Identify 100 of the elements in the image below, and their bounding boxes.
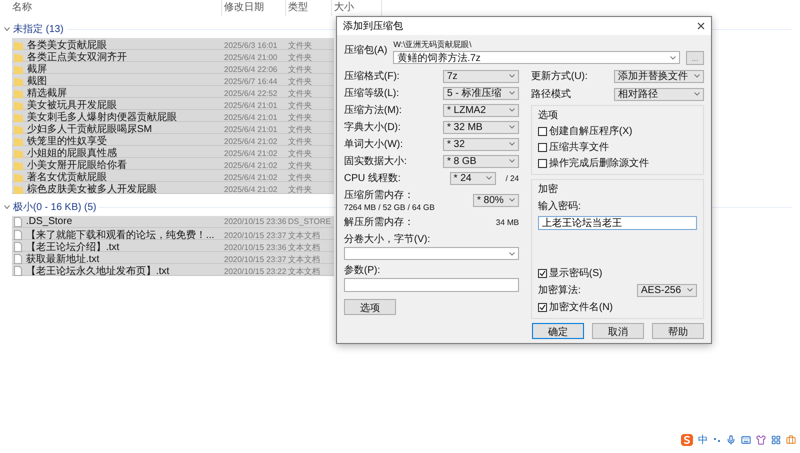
file-row[interactable]: 小姐姐的屁眼真性感 2025/6/4 21:02 文件夹 — [12, 146, 334, 158]
parameters-field[interactable] — [344, 278, 519, 292]
field-label: 路径模式 — [531, 88, 571, 101]
file-row[interactable]: 各类正点美女双洞齐开 2025/6/4 21:00 文件夹 — [12, 50, 334, 62]
field-label: 更新方式(U): — [531, 70, 588, 83]
keyboard-icon[interactable] — [741, 435, 751, 445]
checkbox[interactable]: 加密文件名(N) — [538, 300, 697, 314]
file-type: 文件夹 — [288, 160, 313, 170]
dropdown[interactable]: 添加并替换文件 — [614, 70, 704, 82]
file-name: 少妇多人干贡献屁眼喝尿SM — [27, 122, 152, 136]
file-row[interactable]: .DS_Store 2020/10/15 23:36 DS_STORE — [12, 216, 334, 228]
close-icon[interactable] — [697, 22, 705, 30]
dialog-button[interactable]: 帮助 — [652, 323, 704, 339]
file-row[interactable]: 棕色皮肤美女被多人开发屁眼 2025/6/4 21:02 文件夹 — [12, 182, 334, 194]
checkbox[interactable]: 压缩共享文件 — [538, 140, 697, 154]
chevron-icon — [509, 125, 515, 129]
dropdown[interactable]: * 80% — [473, 194, 519, 206]
dropdown[interactable]: 相对路径 — [614, 88, 704, 100]
file-type: 文件夹 — [288, 88, 313, 98]
field-label: 单词大小(W): — [344, 138, 403, 151]
dropdown[interactable]: * 32 — [443, 138, 519, 150]
file-type: 文件夹 — [288, 52, 313, 62]
password-field[interactable]: 上老王论坛当老王 — [538, 216, 697, 230]
input-mode[interactable]: 中 — [698, 433, 708, 447]
dropdown[interactable]: * LZMA2 — [443, 104, 519, 116]
modified-date: 2025/6/4 21:01 — [224, 124, 278, 134]
modified-date: 2025/6/4 21:02 — [224, 160, 278, 170]
field-label: 解压所需内存： — [344, 216, 414, 229]
modified-date: 2020/10/15 23:36 — [224, 242, 288, 252]
grid-icon[interactable] — [771, 435, 781, 445]
chevron-down-icon[interactable] — [4, 204, 10, 210]
group-title: 加密 — [538, 182, 559, 196]
group-title: 选项 — [538, 108, 559, 122]
file-row[interactable]: 铁笼里的性奴享受 2025/6/4 21:02 文件夹 — [12, 134, 334, 146]
chevron-icon — [509, 74, 515, 78]
dropdown[interactable]: * 24 — [450, 172, 496, 184]
modified-date: 2025/6/4 22:06 — [224, 64, 278, 74]
file-row[interactable]: 【来了就能下载和观看的论坛，纯免费！... 2020/10/15 23:37 文本文档 — [12, 228, 334, 240]
chevron-icon — [509, 91, 515, 95]
file-row[interactable]: 【老王论坛永久地址发布页】.txt 2020/10/15 23:22 文本文档 — [12, 264, 334, 276]
file-row[interactable]: 精选截屏 2025/6/4 22:52 文件夹 — [12, 86, 334, 98]
file-name: 著名女优贡献屁眼 — [27, 170, 107, 184]
file-row[interactable]: 截图 2025/6/7 16:44 文件夹 — [12, 74, 334, 86]
modified-date: 2025/6/4 21:02 — [224, 184, 278, 194]
dropdown[interactable]: * 32 MB — [443, 120, 519, 134]
file-row[interactable]: 【老王论坛介绍】.txt 2020/10/15 23:36 文本文档 — [12, 240, 334, 252]
file-name: 【老王论坛介绍】.txt — [26, 240, 120, 254]
file-name: 各类正点美女双洞齐开 — [27, 50, 127, 64]
group-header[interactable]: 未指定 (13) — [13, 22, 64, 36]
file-name: 铁笼里的性奴享受 — [27, 134, 107, 148]
file-type: 文件夹 — [288, 148, 313, 158]
file-name: 小姐姐的屁眼真性感 — [27, 146, 117, 160]
file-row[interactable]: 著名女优贡献屁眼 2025/6/4 21:02 文件夹 — [12, 170, 334, 182]
column-header[interactable]: 类型 — [286, 0, 332, 16]
file-type: 文本文档 — [288, 230, 321, 240]
modified-date: 2020/10/15 23:36 — [224, 217, 288, 226]
dropdown[interactable]: 5 - 标准压缩 — [443, 86, 519, 100]
options-button[interactable]: 选项 — [344, 299, 396, 315]
archive-name-dropdown[interactable]: 黄鳝的饲养方法.7z — [393, 51, 680, 64]
ime-logo-icon[interactable] — [681, 434, 693, 446]
file-row[interactable]: 美女刺毛多人爆射肉便器贡献屁眼 2025/6/4 21:01 文件夹 — [12, 110, 334, 122]
shirt-icon[interactable] — [756, 435, 766, 445]
punctuation-icon[interactable] — [713, 436, 721, 444]
field-label: CPU 线程数: — [344, 172, 401, 185]
modified-date: 2025/6/4 22:52 — [224, 88, 278, 98]
file-row[interactable]: 各类美女贡献屁眼 2025/6/3 16:01 文件夹 — [12, 38, 334, 50]
field-label: 参数(P): — [344, 264, 382, 277]
group-header[interactable]: 极小(0 - 16 KB) (5) — [13, 200, 96, 214]
microphone-icon[interactable] — [726, 435, 736, 445]
dropdown[interactable]: 7z — [443, 70, 519, 82]
chevron-icon — [687, 288, 693, 292]
file-row[interactable]: 少妇多人干贡献屁眼喝尿SM 2025/6/4 21:01 文件夹 — [12, 122, 334, 134]
checkbox[interactable]: 创建自解压程序(X) — [538, 124, 697, 138]
file-type: 文件夹 — [288, 76, 313, 86]
toolbox-icon[interactable] — [786, 435, 796, 445]
chevron-icon — [509, 252, 515, 256]
column-header[interactable]: 名称 — [10, 0, 222, 16]
column-header[interactable]: 修改日期 — [222, 0, 286, 16]
modified-date: 2025/6/4 21:02 — [224, 172, 278, 182]
modified-date: 2020/10/15 23:37 — [224, 254, 288, 264]
modified-date: 2025/6/4 21:00 — [224, 52, 278, 62]
file-row[interactable]: 小美女掰开屁眼给你看 2025/6/4 21:02 文件夹 — [12, 158, 334, 170]
dialog-button[interactable]: 确定 — [532, 323, 584, 339]
chevron-down-icon[interactable] — [4, 26, 10, 32]
modified-date: 2025/6/4 21:01 — [224, 112, 278, 122]
field-label: 压缩等级(L): — [344, 86, 399, 100]
file-row[interactable]: 获取最新地址.txt 2020/10/15 23:37 文本文档 — [12, 252, 334, 264]
dropdown[interactable]: AES-256 — [637, 284, 697, 296]
file-name: 精选截屏 — [27, 86, 67, 100]
thread-total: / 24 — [506, 174, 519, 182]
file-row[interactable]: 截屏 2025/6/4 22:06 文件夹 — [12, 62, 334, 74]
chevron-icon — [509, 142, 515, 146]
dropdown[interactable]: * 8 GB — [443, 154, 519, 168]
modified-date: 2020/10/15 23:37 — [224, 230, 288, 240]
dialog-button[interactable]: 取消 — [592, 323, 644, 339]
checkbox[interactable]: 操作完成后删除源文件 — [538, 156, 697, 170]
checkbox[interactable]: 显示密码(S) — [538, 266, 697, 280]
file-type: 文本文档 — [288, 266, 321, 276]
file-type: 文件夹 — [288, 64, 313, 74]
file-row[interactable]: 美女被玩具开发屁眼 2025/6/4 21:01 文件夹 — [12, 98, 334, 110]
